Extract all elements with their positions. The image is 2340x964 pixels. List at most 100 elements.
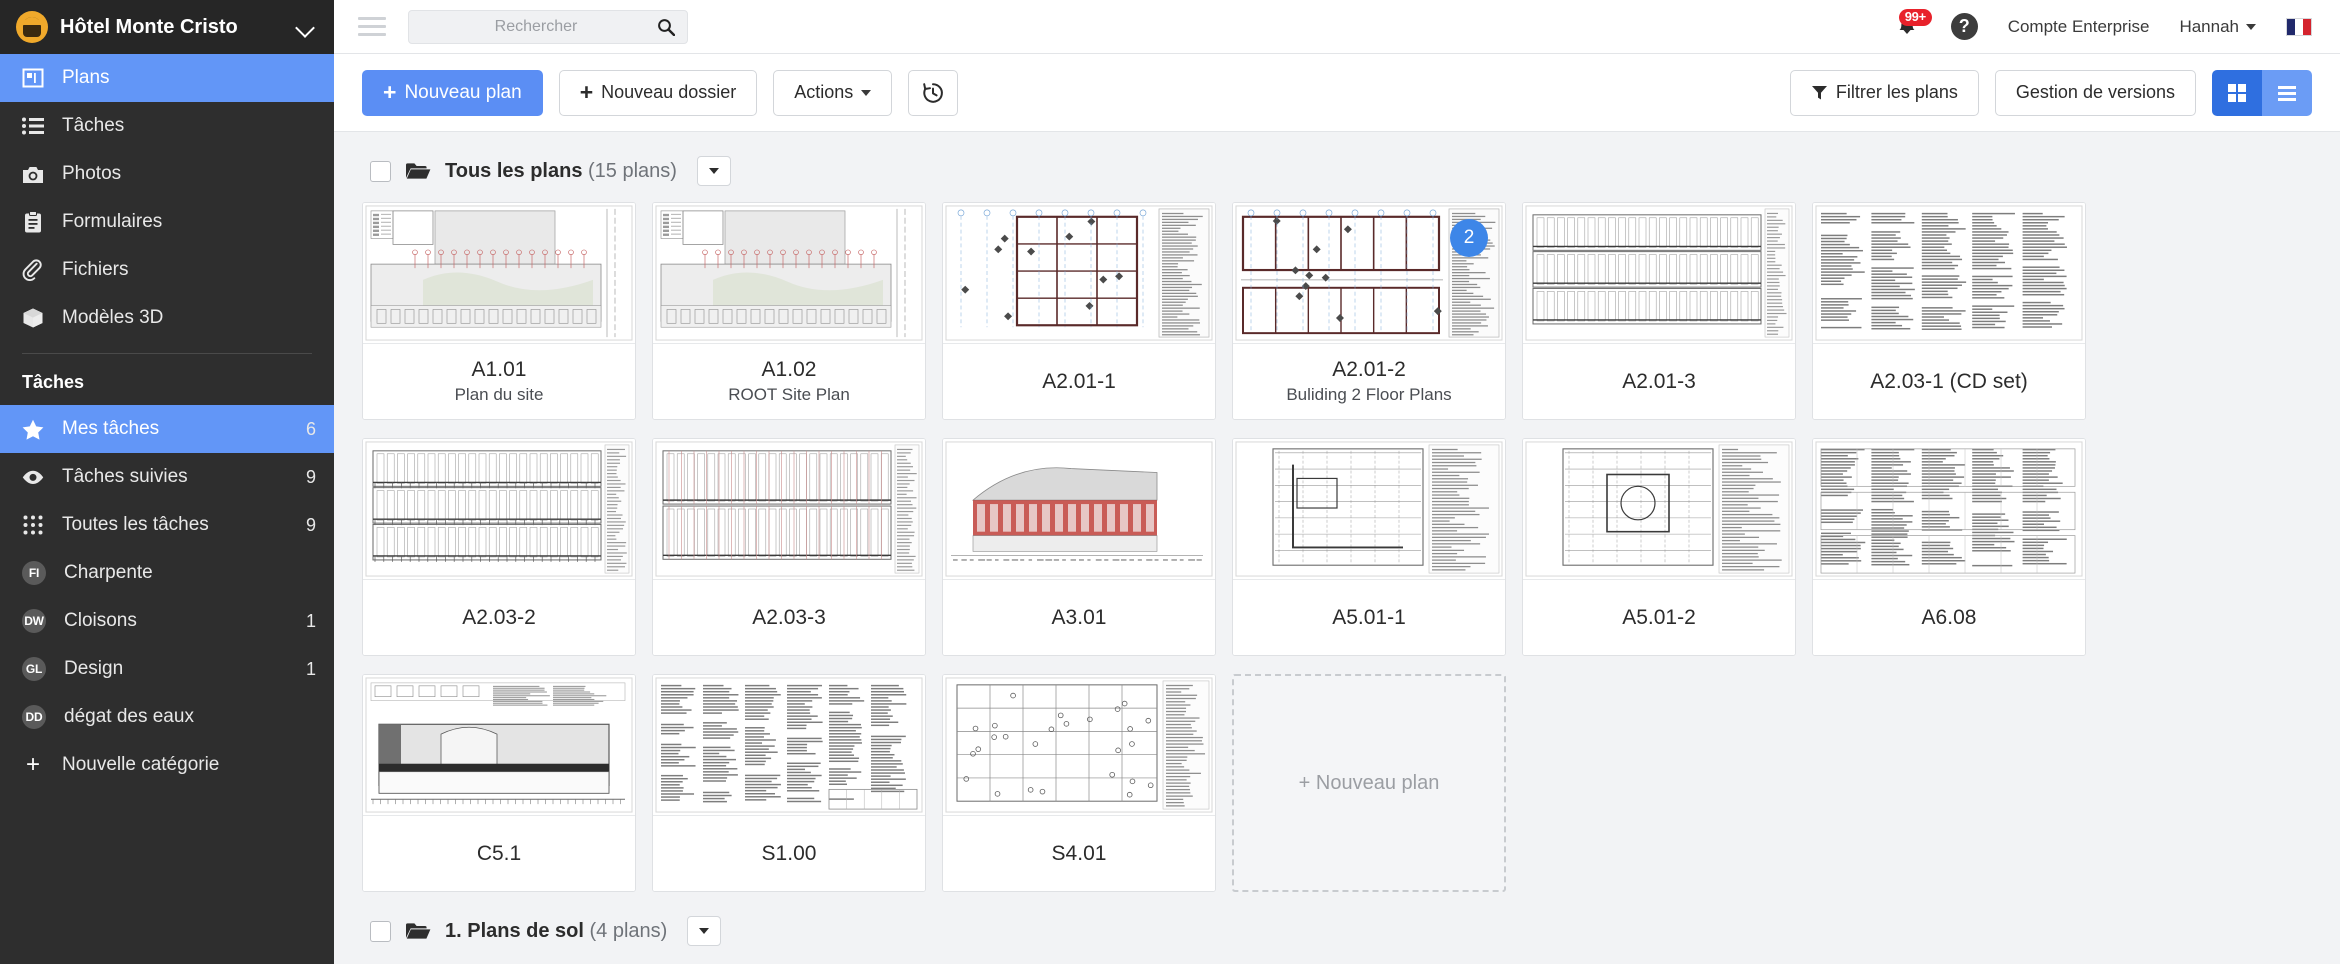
avatar: FI: [22, 561, 46, 585]
hamburger-icon[interactable]: [358, 16, 386, 38]
plan-thumbnail: [653, 439, 925, 579]
plan-card[interactable]: A5.01-1: [1232, 438, 1506, 656]
sidebar-task-design[interactable]: GL Design 1: [0, 645, 334, 693]
sidebar-task-toutes-les-t-ches[interactable]: Toutes les tâches 9: [0, 501, 334, 549]
plan-card[interactable]: A2.03-2: [362, 438, 636, 656]
new-plan-button[interactable]: + Nouveau plan: [362, 69, 543, 116]
plan-card[interactable]: A2.03-1 (CD set): [1812, 202, 2086, 420]
search-input[interactable]: [423, 17, 649, 36]
plan-card[interactable]: A5.01-2: [1522, 438, 1796, 656]
grid-view-icon[interactable]: [2212, 69, 2262, 116]
plan-title: A2.03-3: [752, 605, 826, 629]
plan-title: A2.01-2: [1332, 358, 1406, 381]
notification-badge: 99+: [1898, 8, 1932, 26]
clipboard-icon: [22, 211, 44, 233]
plan-caption: S1.00: [653, 815, 925, 891]
plan-card[interactable]: A2.03-3: [652, 438, 926, 656]
avatar: GL: [22, 657, 46, 681]
sidebar-item-label: Photos: [62, 163, 122, 184]
sidebar-task-count: 9: [305, 514, 316, 535]
user-name: Hannah: [2179, 16, 2239, 36]
sidebar-task-mes-t-ches[interactable]: Mes tâches 6: [0, 405, 334, 453]
folder-options-button[interactable]: [696, 156, 731, 186]
actions-label: Actions: [794, 82, 854, 102]
sidebar-task-label: Design: [64, 658, 124, 679]
folder-icon: [405, 921, 431, 941]
app-logo-icon: [16, 11, 48, 43]
plan-title: S4.01: [1051, 841, 1107, 865]
sidebar-task-charpente[interactable]: FI Charpente: [0, 549, 334, 597]
sidebar-task-label: Cloisons: [64, 610, 137, 631]
folder-header-floor-plans: 1. Plans de sol (4 plans): [362, 892, 2312, 962]
sidebar-item-fichiers[interactable]: Fichiers: [0, 246, 334, 294]
list-view-icon[interactable]: [2262, 69, 2312, 116]
avatar: DD: [22, 705, 46, 729]
plan-card[interactable]: A2.01-3: [1522, 202, 1796, 420]
plan-caption: C5.1: [363, 815, 635, 891]
plan-caption: A1.01 Plan du site: [363, 343, 635, 419]
sidebar-item-plans[interactable]: Plans: [0, 54, 334, 102]
plan-card[interactable]: A1.02 ROOT Site Plan: [652, 202, 926, 420]
folder-count: (4 plans): [589, 919, 668, 942]
sidebar-task-count: 9: [305, 466, 316, 487]
plan-card[interactable]: C5.1: [362, 674, 636, 892]
main-area: 99+ ? Compte Enterprise Hannah: [334, 0, 2340, 964]
project-switcher[interactable]: Hôtel Monte Cristo: [0, 0, 334, 54]
folder-header-all-plans: Tous les plans (15 plans): [362, 132, 2312, 202]
primary-nav: Plans Tâches Photos Formulaires Fichiers Modè…: [0, 54, 334, 342]
sidebar-task-t-ches-suivies[interactable]: Tâches suivies 9: [0, 453, 334, 501]
plan-card[interactable]: S4.01: [942, 674, 1216, 892]
plus-icon: +: [579, 79, 594, 105]
plan-title: S1.00: [761, 841, 817, 865]
plan-thumbnail: [943, 675, 1215, 815]
plan-caption: A1.02 ROOT Site Plan: [653, 343, 925, 419]
actions-dropdown-button[interactable]: Actions: [773, 69, 893, 116]
version-management-button[interactable]: Gestion de versions: [1994, 69, 2196, 116]
folder-options-button[interactable]: [687, 916, 722, 946]
plan-card[interactable]: 2 A2.01-2 Buliding 2 Floor Plans: [1232, 202, 1506, 420]
chevron-down-icon[interactable]: [296, 17, 316, 37]
tasks-nav: Mes tâches 6 Tâches suivies 9 Toutes les tâc…: [0, 405, 334, 789]
sidebar-item-photos[interactable]: Photos: [0, 150, 334, 198]
plan-card[interactable]: A6.08: [1812, 438, 2086, 656]
user-menu[interactable]: Hannah: [2179, 17, 2256, 37]
plan-caption: S4.01: [943, 815, 1215, 891]
chevron-down-icon: [699, 928, 710, 934]
history-button[interactable]: [908, 69, 959, 116]
plan-thumbnail: [1523, 203, 1795, 343]
versions-label: Gestion de versions: [2015, 82, 2175, 102]
fr-flag-icon[interactable]: [2286, 17, 2312, 36]
folder-checkbox[interactable]: [370, 160, 391, 182]
filter-plans-button[interactable]: Filtrer les plans: [1789, 69, 1979, 116]
plans-content: Tous les plans (15 plans) A1.01 Plan du s…: [334, 132, 2340, 964]
sidebar-task-d-gat-des-eaux[interactable]: DD dégat des eaux: [0, 693, 334, 741]
help-icon[interactable]: ?: [1950, 13, 1978, 40]
plan-thumbnail: [1523, 439, 1795, 579]
grid-dots-icon: [22, 514, 44, 536]
sidebar-item-formulaires[interactable]: Formulaires: [0, 198, 334, 246]
sidebar-item-label: Plans: [62, 67, 110, 88]
sidebar: Hôtel Monte Cristo Plans Tâches Photos Form…: [0, 0, 334, 964]
new-folder-button[interactable]: + Nouveau dossier: [558, 69, 758, 116]
plan-card[interactable]: A3.01: [942, 438, 1216, 656]
sidebar-task-cloisons[interactable]: DW Cloisons 1: [0, 597, 334, 645]
new-plan-placeholder-card[interactable]: + Nouveau plan: [1232, 674, 1506, 892]
sidebar-item-t-ches[interactable]: Tâches: [0, 102, 334, 150]
plan-card[interactable]: S1.00: [652, 674, 926, 892]
folder-title: 1. Plans de sol (4 plans): [445, 920, 667, 943]
plus-icon: +: [25, 751, 40, 778]
cube-icon: [22, 307, 44, 329]
search-box[interactable]: [408, 9, 688, 44]
plan-card[interactable]: A1.01 Plan du site: [362, 202, 636, 420]
plan-card[interactable]: A2.01-1: [942, 202, 1216, 420]
folder-checkbox[interactable]: [370, 920, 391, 942]
filter-label: Filtrer les plans: [1835, 82, 1958, 102]
sidebar-task-label: Nouvelle catégorie: [62, 754, 220, 775]
plan-caption: A5.01-1: [1233, 579, 1505, 655]
account-link[interactable]: Compte Enterprise: [2008, 17, 2150, 37]
notifications-button[interactable]: 99+: [1893, 8, 1932, 42]
plan-subtitle: ROOT Site Plan: [728, 385, 850, 404]
plan-annotation-badge[interactable]: 2: [1450, 219, 1488, 257]
sidebar-item-mod-les-3d[interactable]: Modèles 3D: [0, 294, 334, 342]
sidebar-task-nouvelle-cat-gorie[interactable]: + Nouvelle catégorie: [0, 741, 334, 789]
